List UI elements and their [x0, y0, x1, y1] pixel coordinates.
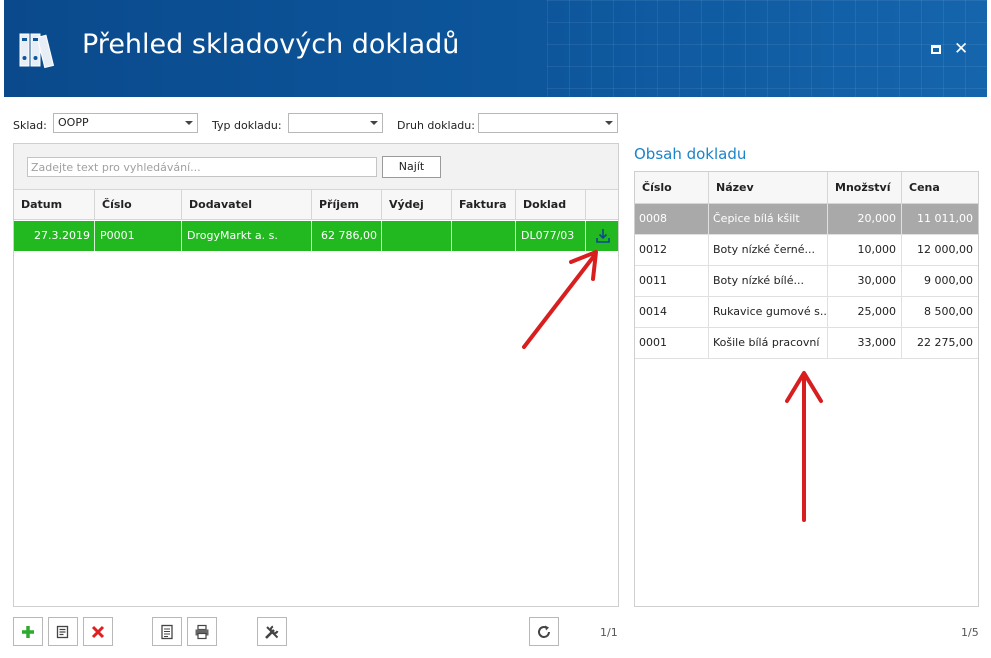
column-header-nazev[interactable]: Název [709, 172, 828, 204]
column-header-prijem[interactable]: Příjem [312, 190, 382, 220]
cell-cislo: 0008 [635, 204, 709, 234]
title-bar: Přehled skladových dokladů ✕ [4, 0, 987, 97]
cell-cislo: 0011 [635, 266, 709, 296]
list-item[interactable]: 0008 Čepice bílá kšilt 20,000 11 011,00 [635, 204, 978, 235]
cell-cena: 11 011,00 [917, 212, 973, 225]
edit-icon [56, 625, 69, 639]
title-bar-pattern [547, 0, 987, 97]
column-header-doklad[interactable]: Doklad [516, 190, 586, 220]
column-header-cislo[interactable]: Číslo [635, 172, 709, 204]
chevron-down-icon [370, 121, 378, 125]
document-icon [161, 624, 173, 640]
column-header-datum[interactable]: Datum [14, 190, 95, 220]
cell-mnozstvi: 25,000 [828, 297, 902, 327]
sklad-select-value: OOPP [58, 116, 89, 129]
find-button[interactable]: Najít [382, 156, 441, 178]
cell-cena: 22 275,00 [917, 336, 973, 349]
search-area: Najít [14, 144, 618, 190]
typ-dokladu-label: Typ dokladu: [212, 119, 282, 132]
cell-cena: 8 500,00 [924, 305, 973, 318]
cell-nazev: Košile bílá pracovní [709, 328, 828, 358]
column-header-dodavatel[interactable]: Dodavatel [182, 190, 312, 220]
list-item[interactable]: 0014 Rukavice gumové s... 25,000 8 500,0… [635, 297, 978, 328]
druh-dokladu-label: Druh dokladu: [397, 119, 475, 132]
delete-button[interactable] [83, 617, 113, 646]
chevron-down-icon [605, 121, 613, 125]
documents-pager: 1/1 [600, 626, 618, 639]
refresh-icon [538, 625, 550, 638]
cell-dodavatel: DrogyMarkt a. s. [182, 221, 312, 251]
add-icon [22, 626, 34, 638]
print-button[interactable] [187, 617, 217, 646]
content-pager: 1/5 [961, 626, 979, 639]
column-header-cislo-dokladu[interactable]: Číslo dokladu [95, 190, 182, 241]
cell-nazev: Čepice bílá kšilt [709, 204, 828, 234]
typ-dokladu-select[interactable] [288, 113, 383, 133]
cell-mnozstvi: 30,000 [828, 266, 902, 296]
search-input[interactable] [27, 157, 377, 177]
cell-mnozstvi: 20,000 [828, 204, 902, 234]
window-title: Přehled skladových dokladů [82, 29, 460, 60]
column-header-cena[interactable]: Cena [902, 172, 978, 204]
cell-cislo-dokladu: P0001 [95, 221, 182, 251]
cell-nazev: Boty nízké bílé... [709, 266, 828, 296]
binders-icon [19, 33, 55, 69]
close-icon[interactable]: ✕ [954, 41, 968, 58]
chevron-down-icon [185, 121, 193, 125]
refresh-button[interactable] [529, 617, 559, 646]
cell-datum: 27.3.2019 [14, 221, 95, 251]
sklad-select[interactable]: OOPP [53, 113, 198, 133]
content-title: Obsah dokladu [634, 145, 747, 163]
document-button[interactable] [152, 617, 182, 646]
cell-mnozstvi: 10,000 [828, 235, 902, 265]
cell-cislo: 0012 [635, 235, 709, 265]
list-item[interactable]: 0011 Boty nízké bílé... 30,000 9 000,00 [635, 266, 978, 297]
download-icon[interactable] [595, 228, 611, 244]
list-item[interactable]: 0001 Košile bílá pracovní 33,000 22 275,… [635, 328, 978, 359]
column-header-vydej[interactable]: Výdej [382, 190, 452, 220]
documents-grid-header: Datum Číslo dokladu Dodavatel Příjem Výd… [14, 190, 618, 241]
add-button[interactable] [13, 617, 43, 646]
column-header-faktura[interactable]: Faktura [452, 190, 516, 220]
sklad-label: Sklad: [13, 119, 47, 132]
cell-cena: 9 000,00 [924, 274, 973, 287]
maximize-icon[interactable] [930, 42, 944, 56]
column-header-mnozstvi[interactable]: Množství [828, 172, 902, 204]
edit-button[interactable] [48, 617, 78, 646]
cell-vydej [382, 221, 452, 251]
druh-dokladu-select[interactable] [478, 113, 618, 133]
tools-button[interactable] [257, 617, 287, 646]
cell-nazev: Boty nízké černé... [709, 235, 828, 265]
cell-cislo: 0014 [635, 297, 709, 327]
tools-icon [265, 625, 279, 639]
documents-panel: Najít Datum Číslo dokladu Dodavatel Příj… [13, 143, 619, 607]
cell-mnozstvi: 33,000 [828, 328, 902, 358]
cell-doklad: DL077/03 [516, 221, 586, 251]
table-row[interactable]: 27.3.2019 P0001 DrogyMarkt a. s. 62 786,… [14, 221, 618, 251]
cell-faktura [452, 221, 516, 251]
delete-icon [91, 625, 105, 639]
content-panel: Číslo Název Množství Cena 0008 Čepice bí… [634, 171, 979, 607]
cell-prijem: 62 786,00 [312, 221, 382, 251]
list-item[interactable]: 0012 Boty nízké černé... 10,000 12 000,0… [635, 235, 978, 266]
cell-nazev: Rukavice gumové s... [709, 297, 828, 327]
cell-cislo: 0001 [635, 328, 709, 358]
cell-cena: 12 000,00 [917, 243, 973, 256]
print-icon [195, 624, 209, 640]
column-header-action [586, 190, 618, 220]
